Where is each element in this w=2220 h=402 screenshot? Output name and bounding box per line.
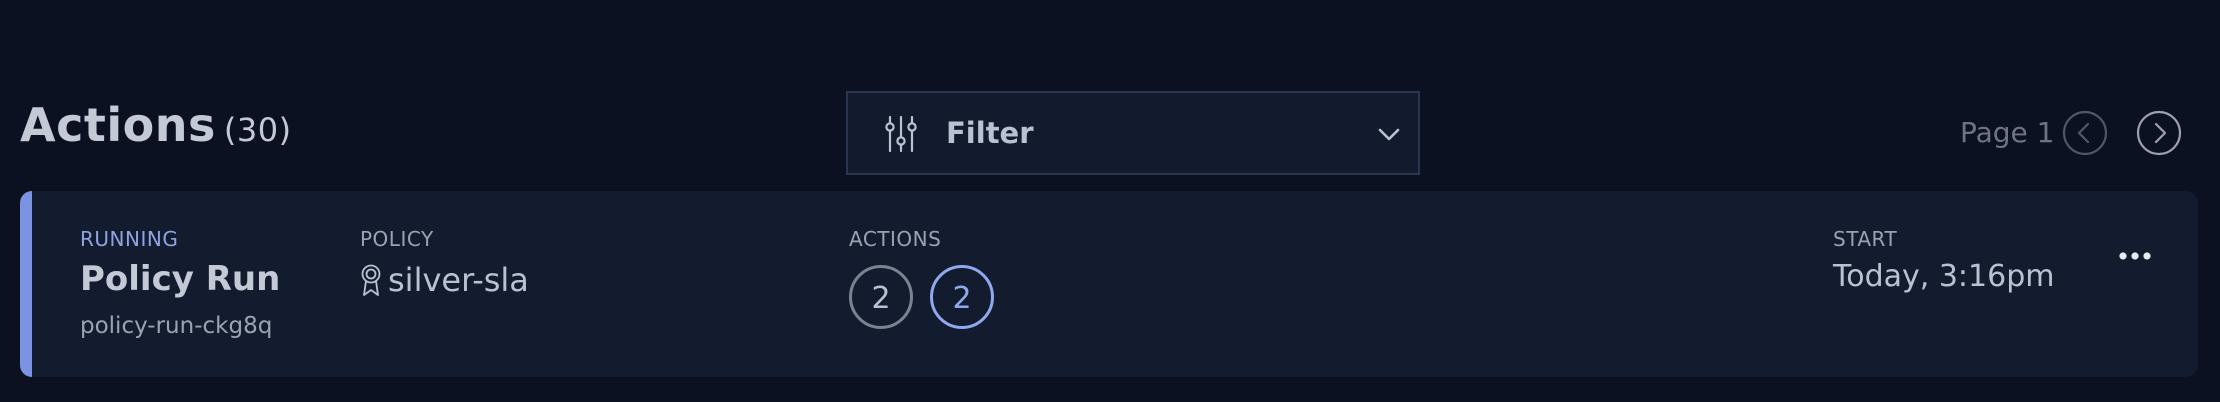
filter-label: Filter bbox=[946, 116, 1034, 150]
run-id: policy-run-ckg8q bbox=[80, 313, 273, 339]
filter-dropdown[interactable]: Filter bbox=[846, 91, 1420, 175]
sliders-icon bbox=[885, 115, 917, 153]
page-title-text: Actions bbox=[20, 98, 216, 152]
actions-header: Actions (30) Filter Page 1 bbox=[0, 0, 2220, 190]
run-title: Policy Run bbox=[80, 259, 281, 299]
start-label: START bbox=[1833, 227, 1898, 251]
policy-label: POLICY bbox=[360, 227, 434, 251]
chevron-left-icon[interactable] bbox=[2062, 110, 2108, 156]
start-time: Today, 3:16pm bbox=[1833, 259, 2055, 294]
policy-value[interactable]: silver-sla bbox=[360, 261, 529, 299]
actions-count: (30) bbox=[223, 111, 292, 149]
policy-run-card[interactable]: RUNNING Policy Run policy-run-ckg8q POLI… bbox=[20, 191, 2198, 377]
status-label: RUNNING bbox=[80, 227, 179, 251]
chevron-right-icon[interactable] bbox=[2136, 110, 2182, 156]
award-badge-icon bbox=[361, 264, 381, 296]
action-count-badge-running[interactable]: 2 bbox=[930, 265, 994, 329]
status-accent-bar bbox=[20, 191, 32, 377]
chevron-down-icon bbox=[1378, 128, 1400, 141]
actions-label: ACTIONS bbox=[849, 227, 942, 251]
more-horizontal-icon[interactable] bbox=[2110, 241, 2160, 271]
page-title: Actions (30) bbox=[20, 98, 292, 152]
page-indicator: Page 1 bbox=[1960, 116, 2055, 149]
policy-name: silver-sla bbox=[388, 261, 529, 299]
action-count-badge[interactable]: 2 bbox=[849, 265, 913, 329]
